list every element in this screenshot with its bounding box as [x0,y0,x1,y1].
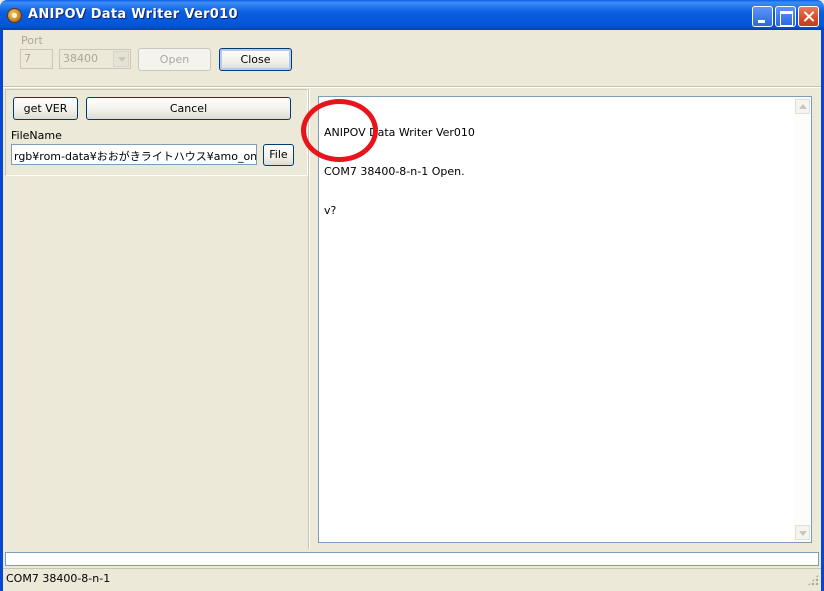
minimize-button[interactable] [752,6,773,27]
window-title: ANIPOV Data Writer Ver010 [28,7,238,22]
port-number-input[interactable]: 7 [20,49,53,69]
red-annotation-circle [301,99,378,162]
progress-bar [5,552,819,566]
baud-rate-select[interactable]: 38400 [59,49,131,69]
status-text: COM7 38400-8-n-1 [6,572,111,585]
log-line: COM7 38400-8-n-1 Open. [324,165,465,178]
file-button[interactable]: File [263,144,294,166]
scroll-down-arrow-icon[interactable] [795,525,810,540]
status-bar: COM7 38400-8-n-1 [3,568,821,588]
app-gear-icon[interactable] [7,8,22,23]
port-label: Port [21,34,43,47]
cancel-button[interactable]: Cancel [86,97,291,120]
log-scrollbar[interactable] [794,97,811,542]
close-window-button[interactable] [798,6,819,27]
maximize-button[interactable] [775,6,796,27]
window-frame-left [0,30,3,591]
resize-grip-icon[interactable] [807,574,819,586]
panel-splitter[interactable] [308,89,310,549]
get-ver-button[interactable]: get VER [13,97,78,120]
filename-label: FileName [11,129,62,142]
top-separator [3,86,821,88]
chevron-down-icon[interactable] [113,51,129,67]
close-port-button[interactable]: Close [219,48,292,71]
log-textarea[interactable]: ANIPOV Data Writer Ver010 COM7 38400-8-n… [318,96,812,543]
scroll-up-arrow-icon[interactable] [795,99,810,114]
filename-input[interactable]: rgb¥rom-data¥おおがきライトハウス¥amo_only.csv [11,144,257,165]
open-button[interactable]: Open [138,48,211,71]
baud-rate-value: 38400 [63,52,98,65]
title-bar[interactable]: ANIPOV Data Writer Ver010 [0,0,824,30]
log-line: v? [324,204,337,217]
